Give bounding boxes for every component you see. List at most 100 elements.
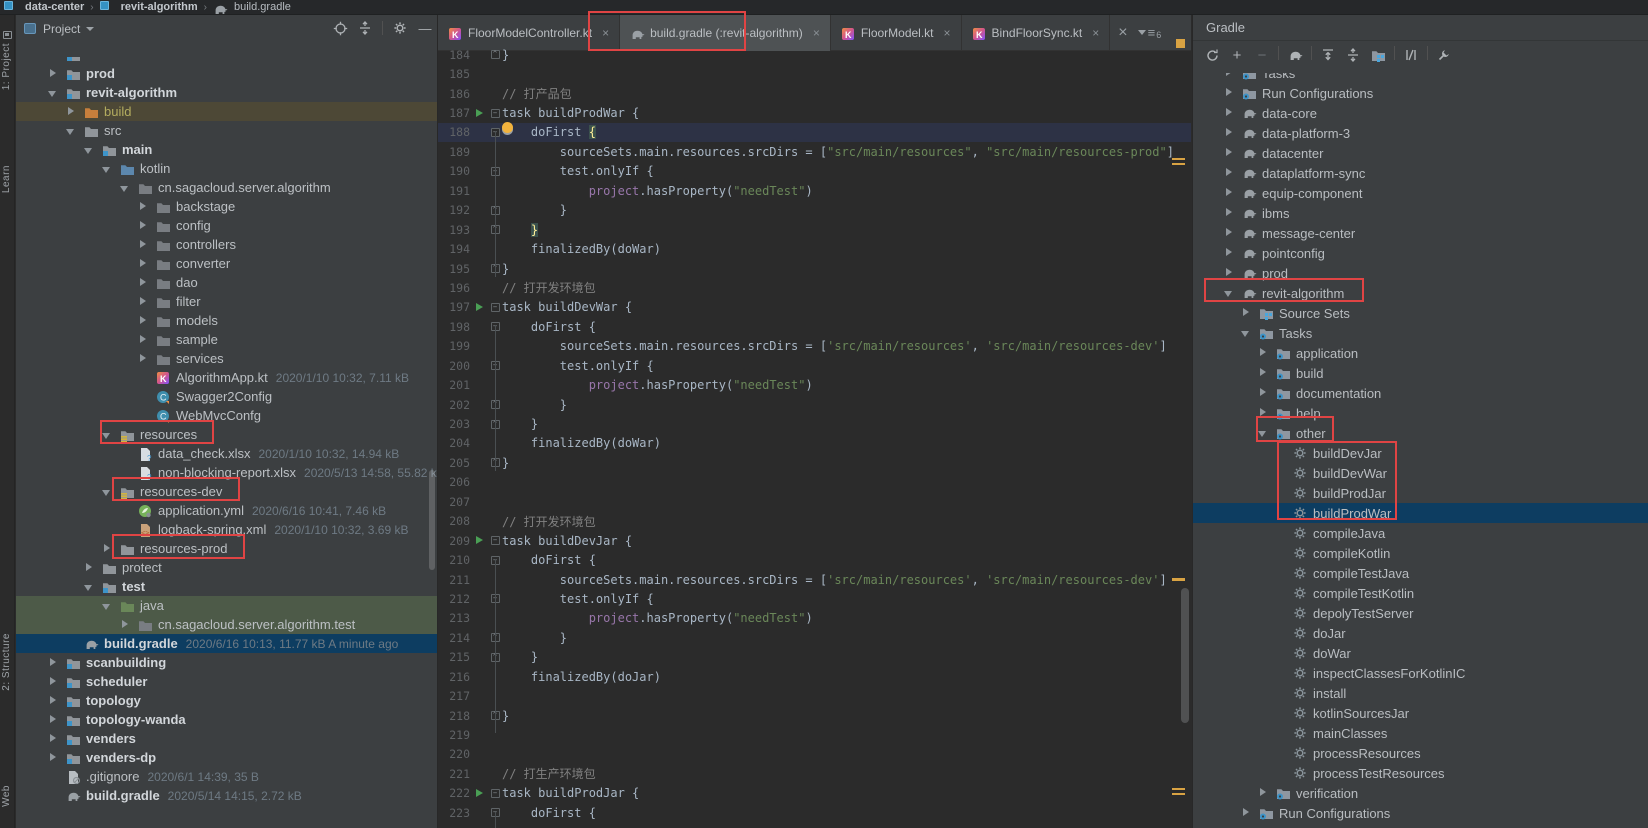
gradle-node-install[interactable]: install — [1193, 683, 1648, 703]
project-node-scheduler[interactable]: scheduler — [16, 672, 437, 691]
project-node-test[interactable]: test — [16, 577, 437, 596]
code-line-222[interactable]: 222−task buildProdJar { — [438, 784, 1191, 803]
code-line-217[interactable]: 217 — [438, 686, 1191, 705]
chevron-collapsed-icon[interactable] — [1224, 168, 1234, 178]
chevron-collapsed-icon[interactable] — [48, 734, 58, 744]
collapse-all-icon[interactable] — [357, 20, 373, 36]
code-line-203[interactable]: 203^ } — [438, 414, 1191, 433]
gradle-node-data-core[interactable]: data-core — [1193, 103, 1648, 123]
code-line-200[interactable]: 200− test.onlyIf { — [438, 356, 1191, 375]
project-node-webmvcconfg[interactable]: CWebMvcConfg — [16, 406, 437, 425]
code-line-192[interactable]: 192^ } — [438, 201, 1191, 220]
code-line-216[interactable]: 216 finalizedBy(doJar) — [438, 667, 1191, 686]
gradle-node-equip-component[interactable]: equip-component — [1193, 183, 1648, 203]
project-node-resources[interactable]: resources — [16, 425, 437, 444]
project-node-filter[interactable]: filter — [16, 292, 437, 311]
project-node-kotlin[interactable]: kotlin — [16, 159, 437, 178]
chevron-collapsed-icon[interactable] — [1224, 248, 1234, 258]
close-icon[interactable]: × — [944, 26, 951, 40]
chevron-collapsed-icon[interactable] — [102, 544, 112, 554]
project-node-venders-dp[interactable]: venders-dp — [16, 748, 437, 767]
code-line-211[interactable]: 211 sourceSets.main.resources.srcDirs = … — [438, 570, 1191, 589]
chevron-collapsed-icon[interactable] — [1241, 808, 1251, 818]
project-node-application.yml[interactable]: application.yml2020/6/16 10:41, 7.46 kB — [16, 501, 437, 520]
chevron-collapsed-icon[interactable] — [138, 221, 148, 231]
settings-icon[interactable] — [392, 20, 408, 36]
project-node-revit-algorithm[interactable]: revit-algorithm — [16, 83, 437, 102]
code-line-185[interactable]: 185 — [438, 64, 1191, 83]
project-tool-stripe-icon[interactable] — [3, 31, 12, 39]
fold-marker-icon[interactable]: − — [488, 789, 502, 798]
project-node-dao[interactable]: dao — [16, 273, 437, 292]
project-node-src[interactable]: src — [16, 121, 437, 140]
code-line-202[interactable]: 202^ } — [438, 395, 1191, 414]
chevron-collapsed-icon[interactable] — [84, 563, 94, 573]
chevron-expanded-icon[interactable] — [1241, 328, 1251, 338]
gradle-node-tasks[interactable]: Tasks — [1193, 73, 1648, 83]
gradle-node-compilekotlin[interactable]: compileKotlin — [1193, 543, 1648, 563]
collapse-all-icon[interactable] — [1344, 46, 1362, 64]
chevron-collapsed-icon[interactable] — [1224, 88, 1234, 98]
fold-marker-icon[interactable]: ^ — [488, 50, 502, 59]
gradle-node-compiletestkotlin[interactable]: compileTestKotlin — [1193, 583, 1648, 603]
gradle-node-run-configurations[interactable]: Run Configurations — [1193, 83, 1648, 103]
project-node-.gitignore[interactable]: .gitignore2020/6/1 14:39, 35 B — [16, 767, 437, 786]
chevron-collapsed-icon[interactable] — [138, 202, 148, 212]
editor-scrollbar[interactable] — [1181, 588, 1189, 723]
project-node-build.gradle[interactable]: build.gradle2020/5/14 14:15, 2.72 kB — [16, 786, 437, 805]
chevron-collapsed-icon[interactable] — [1258, 368, 1268, 378]
gradle-node-source-sets[interactable]: Source Sets — [1193, 303, 1648, 323]
code-line-204[interactable]: 204 finalizedBy(doWar) — [438, 434, 1191, 453]
project-node-main[interactable]: main — [16, 140, 437, 159]
chevron-collapsed-icon[interactable] — [66, 107, 76, 117]
gradle-node-builddevwar[interactable]: buildDevWar — [1193, 463, 1648, 483]
gradle-node-buildprodjar[interactable]: buildProdJar — [1193, 483, 1648, 503]
project-node-protect[interactable]: protect — [16, 558, 437, 577]
code-line-208[interactable]: 208// 打开发环境包 — [438, 512, 1191, 531]
project-node-topology-wanda[interactable]: topology-wanda — [16, 710, 437, 729]
sync-icon[interactable] — [1203, 46, 1221, 64]
run-task-icon[interactable] — [472, 531, 488, 550]
code-line-210[interactable]: 210− doFirst { — [438, 550, 1191, 569]
gradle-node-processtestresources[interactable]: processTestResources — [1193, 763, 1648, 783]
chevron-collapsed-icon[interactable] — [138, 278, 148, 288]
chevron-collapsed-icon[interactable] — [1241, 308, 1251, 318]
chevron-collapsed-icon[interactable] — [48, 696, 58, 706]
tool-stripe-1-project[interactable]: 1: Project — [1, 43, 12, 90]
breadcrumb-item[interactable]: build.gradle — [213, 1, 291, 14]
chevron-expanded-icon[interactable] — [102, 601, 112, 611]
fold-marker-icon[interactable]: − — [488, 303, 502, 312]
breadcrumb-item[interactable]: revit-algorithm — [100, 1, 198, 14]
project-node-stub[interactable] — [16, 57, 437, 64]
tool-stripe-2-structure[interactable]: 2: Structure — [1, 633, 12, 691]
code-line-209[interactable]: 209−task buildDevJar { — [438, 531, 1191, 550]
warning-marker[interactable] — [1172, 163, 1185, 165]
project-panel-title[interactable]: Project — [43, 22, 80, 36]
code-line-187[interactable]: 187−task buildProdWar { — [438, 103, 1191, 122]
chevron-collapsed-icon[interactable] — [48, 658, 58, 668]
hidden-tabs-dropdown[interactable]: ≡6 — [1138, 25, 1162, 40]
chevron-collapsed-icon[interactable] — [138, 335, 148, 345]
expand-all-icon[interactable] — [1319, 46, 1337, 64]
chevron-collapsed-icon[interactable] — [1224, 208, 1234, 218]
chevron-collapsed-icon[interactable] — [48, 677, 58, 687]
code-line-198[interactable]: 198− doFirst { — [438, 317, 1191, 336]
code-line-214[interactable]: 214^ } — [438, 628, 1191, 647]
run-task-icon[interactable] — [472, 784, 488, 803]
project-node-algorithmapp.kt[interactable]: KAlgorithmApp.kt2020/1/10 10:32, 7.11 kB — [16, 368, 437, 387]
code-line-219[interactable]: 219 — [438, 725, 1191, 744]
project-node-cn.sagacloud.server.algorithm[interactable]: cn.sagacloud.server.algorithm — [16, 178, 437, 197]
chevron-expanded-icon[interactable] — [120, 183, 130, 193]
close-icon[interactable]: × — [1118, 24, 1127, 42]
chevron-collapsed-icon[interactable] — [138, 259, 148, 269]
remove-icon[interactable]: − — [1253, 46, 1271, 64]
offline-mode-icon[interactable] — [1402, 46, 1420, 64]
gradle-node-pointconfig[interactable]: pointconfig — [1193, 243, 1648, 263]
gradle-node-data-platform-3[interactable]: data-platform-3 — [1193, 123, 1648, 143]
chevron-expanded-icon[interactable] — [66, 126, 76, 136]
chevron-collapsed-icon[interactable] — [1224, 228, 1234, 238]
chevron-collapsed-icon[interactable] — [48, 753, 58, 763]
add-icon[interactable]: + — [1228, 46, 1246, 64]
group-modules-icon[interactable] — [1369, 46, 1387, 64]
settings-wrench-icon[interactable] — [1435, 46, 1453, 64]
